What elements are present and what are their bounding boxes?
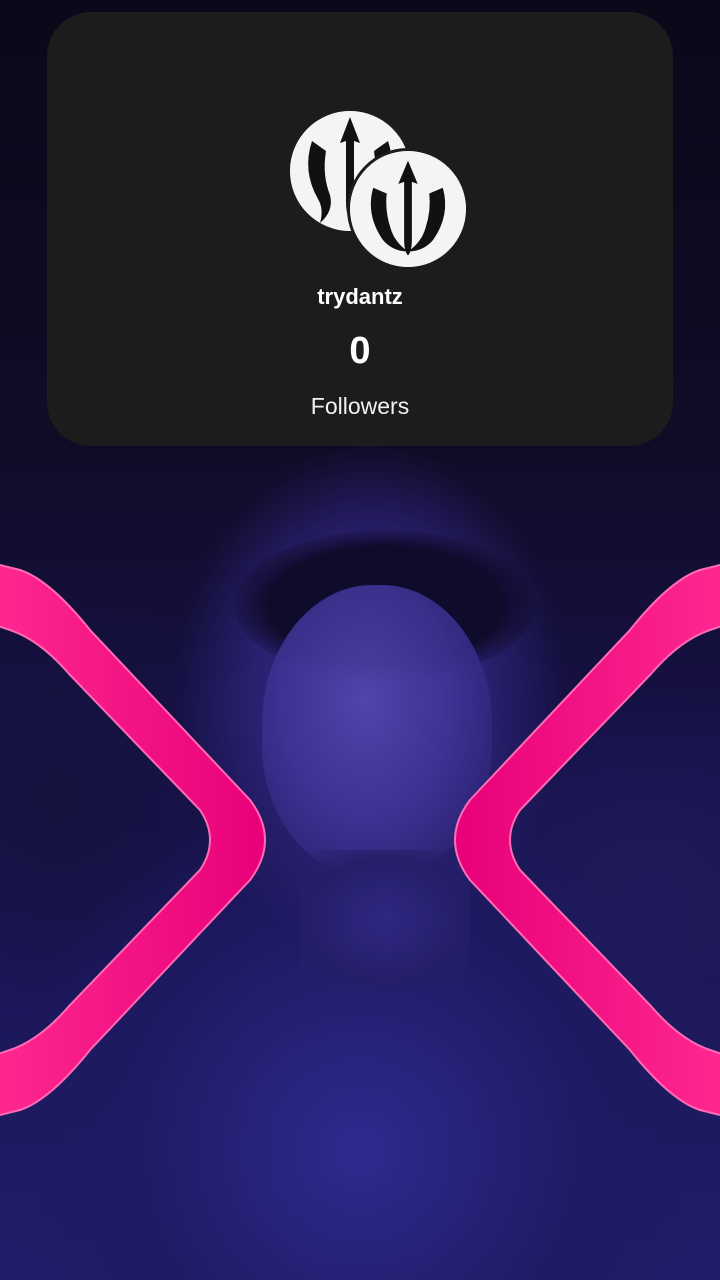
pink-frame-left	[0, 563, 266, 1117]
profile-card: trydantz 0 Followers	[47, 12, 673, 446]
trident-logo-icon	[350, 151, 466, 267]
pink-frame-right	[454, 563, 720, 1117]
avatar-secondary[interactable]	[350, 151, 466, 267]
follower-label: Followers	[310, 393, 410, 419]
follower-count: 0	[349, 330, 371, 372]
avatar-group[interactable]	[290, 111, 470, 271]
username[interactable]: trydantz	[47, 284, 673, 310]
